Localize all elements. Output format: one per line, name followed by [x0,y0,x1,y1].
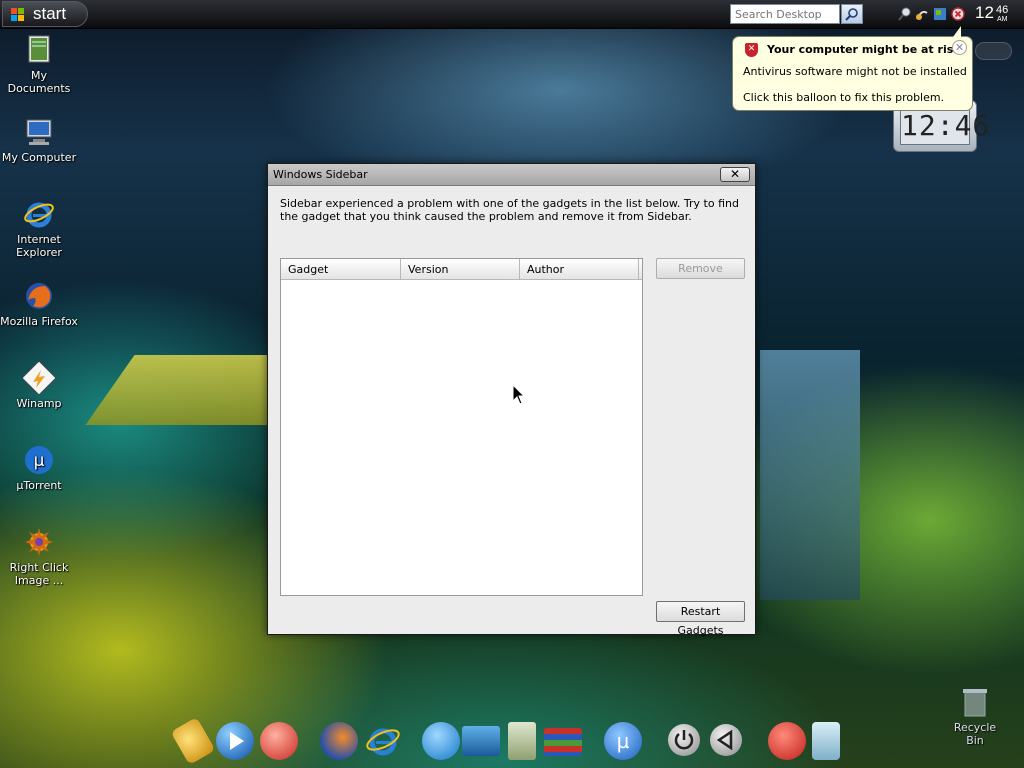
clock-ampm: AM [997,16,1008,23]
books-icon[interactable] [544,728,582,756]
my-documents-icon [23,34,55,66]
remove-button[interactable]: Remove [656,258,745,279]
desktop-icon-label: Mozilla Firefox [0,315,78,328]
dock-bar: µ [170,717,860,768]
ccleaner-icon[interactable] [768,722,806,760]
cursor-arrow-icon [512,383,526,405]
desktop-icon-label: My Computer [1,151,77,164]
clock-minute: 46 [996,4,1009,16]
desktop-icon-my-computer[interactable]: My Computer [0,116,78,164]
desktop-icon-right-click-image[interactable]: Right Click Image ... [0,526,78,587]
dialog-title: Windows Sidebar [273,168,368,181]
desktop-icon-recycle-bin[interactable]: Recycle Bin [944,686,1006,747]
red-app-icon[interactable] [260,722,298,760]
security-shield-icon: ✕ [745,43,758,57]
security-alert-tray-icon[interactable] [951,7,965,21]
balloon-close-button[interactable]: ✕ [952,40,967,55]
desktop-icon-mozilla-firefox[interactable]: Mozilla Firefox [0,280,78,328]
display-tray-icon[interactable] [933,7,947,21]
shopping-bag-icon[interactable] [508,722,536,760]
column-header-author[interactable]: Author [520,259,639,279]
dialog-message: Sidebar experienced a problem with one o… [280,197,739,223]
dialog-titlebar[interactable]: Windows Sidebar ✕ [268,164,755,186]
recycle-bin-icon[interactable] [812,722,840,760]
balloon-tail [953,26,961,37]
taskbar-clock[interactable]: 12 46 AM [975,3,1008,23]
desktop-icon-internet-explorer[interactable]: Internet Explorer [0,198,78,259]
desktop-icon-label: µTorrent [16,479,62,492]
my-computer-icon [23,116,55,148]
firefox-icon [23,280,55,312]
desktop-icon-label: Right Click Image ... [9,561,69,587]
desktop-icon-winamp[interactable]: Winamp [0,360,78,410]
close-icon: ✕ [954,41,965,54]
desktop-icon-label: Winamp [16,397,62,410]
search-desktop-input[interactable] [730,4,840,24]
sidebar-gadget-controls[interactable] [975,42,1012,60]
balloon-message: Antivirus software might not be installe… [743,65,967,78]
utorrent-icon: µ [23,444,55,476]
search-button[interactable] [841,4,863,24]
gadget-list[interactable]: Gadget Version Author [280,258,643,596]
network-tray-icon[interactable] [915,7,929,21]
winamp-icon [21,360,57,396]
back-arrow-icon[interactable] [710,724,742,756]
monitor-icon[interactable] [462,726,500,756]
firefox-icon[interactable] [320,722,358,760]
power-icon[interactable] [668,724,700,756]
desktop-icon-utorrent[interactable]: µ µTorrent [0,444,78,492]
internet-explorer-icon[interactable] [364,722,402,760]
search-icon [845,8,858,21]
balloon-action-text: Click this balloon to fix this problem. [743,91,945,104]
svg-text:µ: µ [617,729,630,753]
winamp-agent-icon[interactable] [170,717,216,765]
media-player-icon[interactable] [216,722,254,760]
top-taskbar: start 12 46 AM [0,0,1024,29]
gadget-list-header: Gadget Version Author [281,259,642,280]
desktop-icon-my-documents[interactable]: My Documents [0,34,78,95]
dialog-close-button[interactable]: ✕ [720,167,750,182]
clock-hour: 12 [975,3,994,22]
start-button[interactable]: start [2,1,88,27]
desktop-icon-label: Internet Explorer [16,233,62,259]
windows-flag-icon [11,8,25,21]
right-click-image-icon [23,526,55,558]
desktop-icon-label: My Documents [7,69,71,95]
svg-text:µ: µ [34,451,45,471]
wallpaper-slab [760,350,860,600]
column-header-gadget[interactable]: Gadget [281,259,401,279]
restart-gadgets-button[interactable]: Restart Gadgets [656,601,745,637]
start-label: start [33,4,67,23]
internet-explorer-icon [23,198,55,230]
desktop-icon-label: Recycle Bin [953,721,997,747]
utorrent-icon[interactable]: µ [604,722,642,760]
close-icon: ✕ [729,167,741,181]
security-balloon[interactable]: ✕ Your computer might be at risk Antivir… [732,26,973,111]
clock-gadget-display: 12:46 [900,107,989,145]
column-header-version[interactable]: Version [401,259,520,279]
search-tray-icon[interactable] [898,7,912,21]
skype-icon[interactable] [422,722,460,760]
balloon-title: Your computer might be at risk [767,43,961,56]
recycle-bin-icon [962,686,988,718]
